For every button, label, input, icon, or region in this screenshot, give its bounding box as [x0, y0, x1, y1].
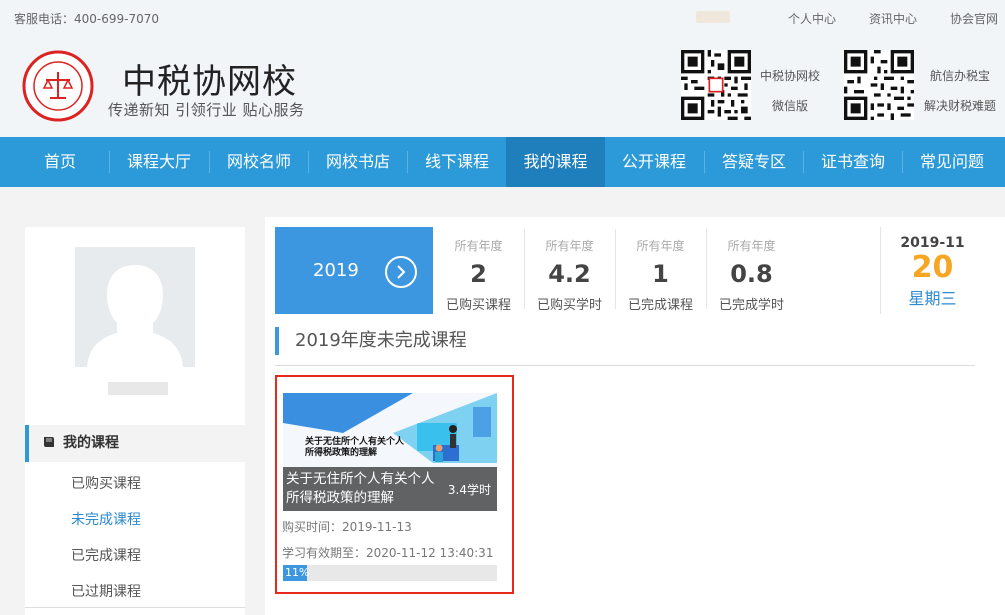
- qr-label-wechat-title: 中税协网校: [759, 69, 820, 83]
- course-progress-bar: 11%: [283, 565, 497, 581]
- course-purchase-time: 购买时间：2019-11-13: [282, 520, 412, 534]
- stat-scope-label: 所有年度: [454, 239, 503, 253]
- association-seal-logo[interactable]: [22, 50, 94, 122]
- nav-bookstore[interactable]: 网校书店: [309, 137, 407, 187]
- today-date: 2019-11 20 星期三: [880, 227, 984, 314]
- main-nav: 首页 课程大厅 网校名师 网校书店 线下课程 我的课程 公开课程 答疑专区 证书…: [0, 137, 1005, 187]
- date-year-month: 2019-11: [900, 235, 965, 251]
- username-redacted: [696, 11, 730, 23]
- site-slogan: 传递新知 引领行业 贴心服务: [108, 101, 305, 119]
- menu-completed-courses[interactable]: 已完成课程: [71, 545, 141, 565]
- qr-label-banshuibao-title: 航信办税宝: [929, 69, 990, 83]
- link-association-site[interactable]: 协会官网: [950, 10, 998, 27]
- link-personal-center[interactable]: 个人中心: [788, 10, 836, 27]
- sidebar: 我的课程 已购买课程 未完成课程 已完成课程 已过期课程: [25, 227, 245, 615]
- menu-incomplete-courses[interactable]: 未完成课程: [71, 509, 141, 529]
- course-card[interactable]: 关于无住所个人有关个人 所得税政策的理解 关于无住所个人有关个人所得税政策的理解…: [275, 375, 514, 594]
- nav-qa-zone[interactable]: 答疑专区: [705, 137, 803, 187]
- thumbnail-heading-line-1: 关于无住所个人有关个人: [305, 437, 405, 447]
- menu-my-courses-label: 我的课程: [63, 435, 119, 451]
- wechat-qr-code: [681, 50, 751, 120]
- thumbnail-caption-overlay: 关于无住所个人有关个人所得税政策的理解 3.4学时: [283, 467, 497, 511]
- thumbnail-heading: 关于无住所个人有关个人 所得税政策的理解: [305, 437, 404, 459]
- nav-my-courses[interactable]: 我的课程: [506, 137, 605, 187]
- stat-description: 已完成学时: [718, 298, 784, 313]
- year-selector: 2019: [275, 227, 433, 314]
- sidebar-divider: [25, 607, 245, 608]
- user-avatar[interactable]: [75, 247, 195, 367]
- top-bar: 客服电话：400-699-7070 个人中心 资讯中心 协会官网: [0, 0, 1005, 36]
- main-content: 2019 所有年度 2 已购买课程 所有年度 4.2 已购买学时 所有年度 1 …: [265, 217, 1005, 615]
- link-news-center[interactable]: 资讯中心: [869, 10, 917, 27]
- stat-purchased-courses: 所有年度 2 已购买课程: [433, 227, 524, 314]
- username-redacted: [108, 382, 168, 395]
- course-valid-until: 学习有效期至：2020-11-12 13:40:31: [282, 546, 494, 560]
- stat-description: 已完成课程: [627, 298, 693, 313]
- section-title: 2019年度未完成课程: [275, 327, 467, 355]
- stat-value: 2: [470, 260, 487, 288]
- course-title[interactable]: 关于无住所个人有关个人所得税政策的理解: [286, 470, 446, 508]
- stat-scope-label: 所有年度: [636, 239, 685, 253]
- stat-completed-courses: 所有年度 1 已完成课程: [615, 227, 706, 314]
- selected-year: 2019: [313, 260, 359, 281]
- nav-course-hall[interactable]: 课程大厅: [110, 137, 208, 187]
- stat-value: 0.8: [730, 260, 773, 288]
- site-header: 中税协网校 传递新知 引领行业 贴心服务 中税协网校 微信版 航信办税宝 解决财…: [0, 36, 1005, 137]
- stat-scope-label: 所有年度: [545, 239, 594, 253]
- next-year-button[interactable]: [385, 256, 417, 288]
- chevron-right-icon: [397, 265, 406, 279]
- qr-label-wechat-sub: 微信版: [771, 99, 808, 113]
- course-thumbnail[interactable]: 关于无住所个人有关个人 所得税政策的理解 关于无住所个人有关个人所得税政策的理解…: [283, 393, 497, 511]
- stat-purchased-hours: 所有年度 4.2 已购买学时: [524, 227, 615, 314]
- nav-offline-courses[interactable]: 线下课程: [408, 137, 506, 187]
- stat-value: 4.2: [548, 260, 591, 288]
- course-hours: 3.4学时: [447, 483, 491, 497]
- section-divider: [275, 365, 975, 366]
- stat-scope-label: 所有年度: [727, 239, 776, 253]
- menu-expired-courses[interactable]: 已过期课程: [71, 581, 141, 601]
- stat-description: 已购买学时: [536, 298, 602, 313]
- course-progress-text: 11%: [285, 566, 310, 579]
- menu-my-courses-header[interactable]: 我的课程: [25, 425, 245, 462]
- nav-public-courses[interactable]: 公开课程: [605, 137, 703, 187]
- nav-home[interactable]: 首页: [12, 137, 108, 187]
- stat-description: 已购买课程: [445, 298, 511, 313]
- stat-value: 1: [652, 260, 669, 288]
- customer-service-phone: 客服电话：400-699-7070: [14, 12, 160, 26]
- nav-teachers[interactable]: 网校名师: [210, 137, 308, 187]
- book-icon: [44, 437, 54, 447]
- date-day: 20: [911, 250, 954, 285]
- nav-certificate-query[interactable]: 证书查询: [804, 137, 902, 187]
- date-weekday: 星期三: [908, 289, 957, 308]
- menu-purchased-courses[interactable]: 已购买课程: [71, 473, 141, 493]
- qr-label-banshuibao-sub: 解决财税难题: [923, 99, 996, 113]
- nav-faq[interactable]: 常见问题: [903, 137, 1001, 187]
- site-name[interactable]: 中税协网校: [122, 54, 297, 103]
- stat-completed-hours: 所有年度 0.8 已完成学时: [706, 227, 797, 314]
- banshuibao-qr-code: [844, 50, 914, 120]
- thumbnail-heading-line-2: 所得税政策的理解: [305, 448, 378, 458]
